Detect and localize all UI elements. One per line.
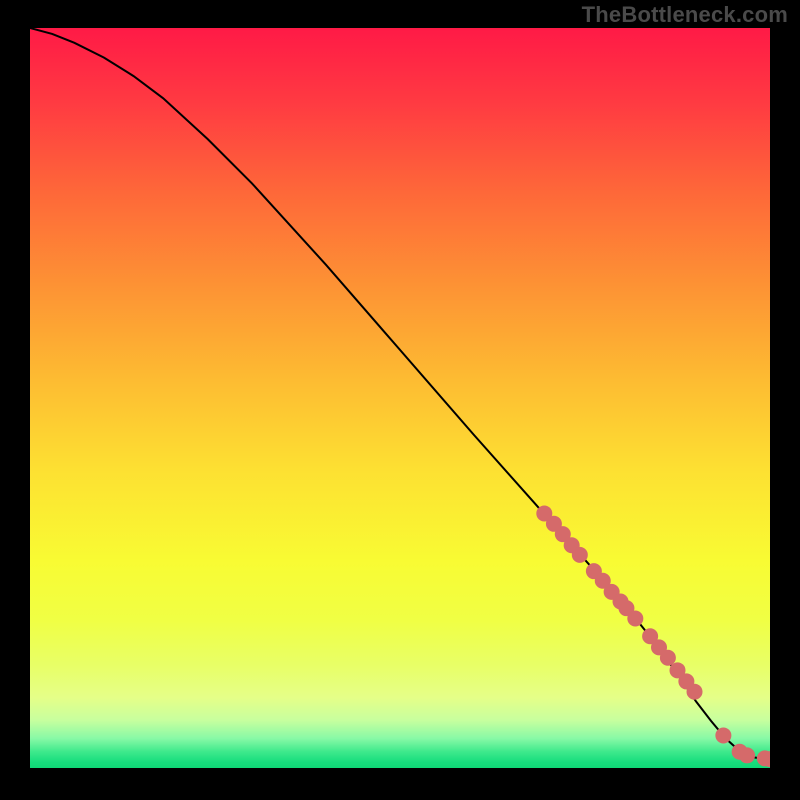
data-marker [572,547,588,563]
data-marker [739,747,755,763]
data-marker [660,650,676,666]
chart-plot [30,28,770,768]
chart-frame: TheBottleneck.com [0,0,800,800]
data-marker [687,684,703,700]
data-marker [715,727,731,743]
data-marker [627,611,643,627]
chart-background [30,28,770,768]
watermark-label: TheBottleneck.com [582,2,788,28]
